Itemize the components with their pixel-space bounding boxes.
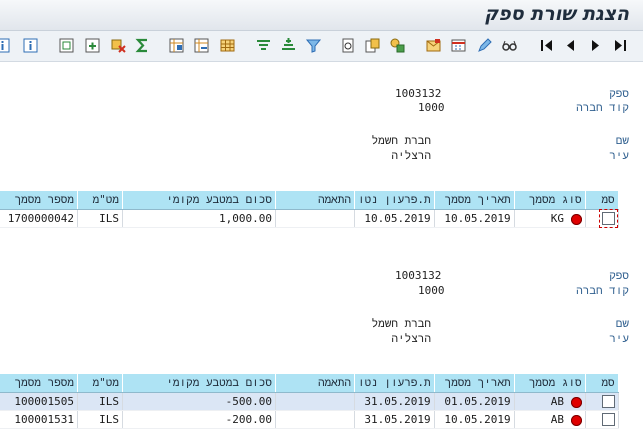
- company-code-label: קוד חברה: [576, 101, 629, 114]
- company-code-value: 1000: [418, 284, 445, 297]
- column-header[interactable]: מט"מ: [77, 190, 123, 210]
- calendar-icon[interactable]: [450, 37, 467, 54]
- clearing-cell[interactable]: [275, 392, 355, 411]
- title-bar: הצגת שורת ספק: [0, 0, 643, 31]
- save-layout-icon[interactable]: [84, 37, 101, 54]
- amount-cell[interactable]: 1,000.00: [122, 209, 276, 228]
- clearing-cell[interactable]: [275, 209, 355, 228]
- last-page-icon[interactable]: [612, 37, 629, 54]
- row-checkbox[interactable]: [601, 395, 615, 409]
- city-label: עיר: [609, 149, 629, 162]
- doc-date-cell[interactable]: 01.05.2019: [434, 392, 515, 411]
- edit-icon[interactable]: [476, 37, 493, 54]
- copy-icon[interactable]: [364, 37, 381, 54]
- doc-number-cell[interactable]: 1700000042: [0, 209, 78, 228]
- line-items-table-1: מספר מסמך מט"מ סכום במטבע מקומי התאמה ת.…: [0, 190, 619, 229]
- net-due-cell[interactable]: 31.05.2019: [354, 410, 435, 429]
- column-header[interactable]: מספר מסמך: [0, 190, 78, 210]
- filter-up-icon[interactable]: [255, 37, 272, 54]
- company-code-label: קוד חברה: [576, 284, 629, 297]
- currency-cell[interactable]: ILS: [77, 392, 123, 411]
- report-area: ספק 1003132 קוד חברה 1000 שם חברת חשמל ע…: [0, 62, 643, 442]
- doc-type-text: KG: [550, 212, 565, 225]
- vendor-label: ספק: [609, 87, 629, 100]
- select-cell[interactable]: [585, 209, 619, 229]
- column-header[interactable]: סמ: [584, 190, 619, 210]
- column-header[interactable]: תאריך מסמך: [433, 190, 515, 210]
- net-due-cell[interactable]: 31.05.2019: [354, 392, 435, 411]
- net-due-cell[interactable]: 10.05.2019: [354, 209, 435, 228]
- row-checkbox[interactable]: [601, 413, 615, 427]
- row-checkbox[interactable]: [598, 209, 618, 229]
- column-header[interactable]: סכום במטבע מקומי: [122, 373, 276, 393]
- column-header[interactable]: התאמה: [275, 373, 355, 393]
- doc-number-cell[interactable]: 100001531: [0, 410, 78, 429]
- table-row[interactable]: 100001531 ILS -200.00 31.05.2019 10.05.2…: [0, 410, 619, 429]
- export-icon[interactable]: [168, 37, 185, 54]
- glasses-icon[interactable]: [501, 37, 518, 54]
- city-value: הרצליה: [391, 332, 431, 345]
- vendor-value: 1003132: [395, 87, 442, 100]
- status-red-icon: [570, 396, 582, 408]
- doc-date-cell[interactable]: 10.05.2019: [434, 410, 515, 429]
- doc-type-cell[interactable]: AB: [514, 410, 586, 429]
- currency-cell[interactable]: ILS: [77, 410, 123, 429]
- table-row[interactable]: 1700000042 ILS 1,000.00 10.05.2019 10.05…: [0, 209, 619, 229]
- info-icon[interactable]: [22, 37, 39, 54]
- doc-type-text: AB: [550, 413, 565, 426]
- status-red-icon: [570, 414, 582, 426]
- column-header[interactable]: תאריך מסמך: [433, 373, 515, 393]
- company-code-value: 1000: [418, 101, 445, 114]
- settings-icon[interactable]: [110, 37, 127, 54]
- doc-type-text: AB: [550, 395, 565, 408]
- doc-date-cell[interactable]: 10.05.2019: [434, 209, 515, 228]
- name-label: שם: [615, 134, 629, 147]
- window-title: הצגת שורת ספק: [484, 3, 629, 25]
- column-header[interactable]: סוג מסמך: [513, 190, 586, 210]
- select-layout-icon[interactable]: [58, 37, 75, 54]
- city-label: עיר: [609, 332, 629, 345]
- doc-number-cell[interactable]: 100001505: [0, 392, 78, 411]
- funnel-icon[interactable]: [305, 37, 322, 54]
- table-row[interactable]: 100001505 ILS -500.00 31.05.2019 01.05.2…: [0, 392, 619, 411]
- doc-type-cell[interactable]: KG: [514, 209, 586, 228]
- column-header[interactable]: סכום במטבע מקומי: [122, 190, 276, 210]
- info-icon[interactable]: [0, 37, 11, 54]
- name-label: שם: [615, 317, 629, 330]
- currency-cell[interactable]: ILS: [77, 209, 123, 228]
- table-header: מספר מסמך מט"מ סכום במטבע מקומי התאמה ת.…: [0, 373, 619, 393]
- column-header[interactable]: סמ: [584, 373, 619, 393]
- select-cell[interactable]: [585, 410, 619, 429]
- line-items-table-2: מספר מסמך מט"מ סכום במטבע מקומי התאמה ת.…: [0, 373, 619, 429]
- graphic-icon[interactable]: [389, 37, 406, 54]
- column-header[interactable]: ת.פרעון נטו: [354, 373, 435, 393]
- status-red-icon: [570, 213, 582, 225]
- mail-icon[interactable]: [425, 37, 442, 54]
- column-header[interactable]: סוג מסמך: [513, 373, 586, 393]
- name-value: חברת חשמל: [371, 317, 431, 330]
- clearing-cell[interactable]: [275, 410, 355, 429]
- sum-icon[interactable]: [134, 37, 151, 54]
- application-toolbar: [0, 31, 643, 62]
- previous-page-icon[interactable]: [562, 37, 579, 54]
- table-header: מספר מסמך מט"מ סכום במטבע מקומי התאמה ת.…: [0, 190, 619, 210]
- detail-icon[interactable]: [340, 37, 357, 54]
- first-page-icon[interactable]: [538, 37, 555, 54]
- import-icon[interactable]: [193, 37, 210, 54]
- doc-type-cell[interactable]: AB: [514, 392, 586, 411]
- vendor-label: ספק: [609, 269, 629, 282]
- city-value: הרצליה: [391, 149, 431, 162]
- filter-down-icon[interactable]: [280, 37, 297, 54]
- column-header[interactable]: מספר מסמך: [0, 373, 78, 393]
- name-value: חברת חשמל: [371, 134, 431, 147]
- next-page-icon[interactable]: [587, 37, 604, 54]
- column-header[interactable]: התאמה: [275, 190, 355, 210]
- amount-cell[interactable]: -200.00: [122, 410, 276, 429]
- column-header[interactable]: מט"מ: [77, 373, 123, 393]
- amount-cell[interactable]: -500.00: [122, 392, 276, 411]
- select-cell[interactable]: [585, 392, 619, 411]
- vendor-value: 1003132: [395, 269, 442, 282]
- table-icon[interactable]: [219, 37, 236, 54]
- column-header[interactable]: ת.פרעון נטו: [354, 190, 435, 210]
